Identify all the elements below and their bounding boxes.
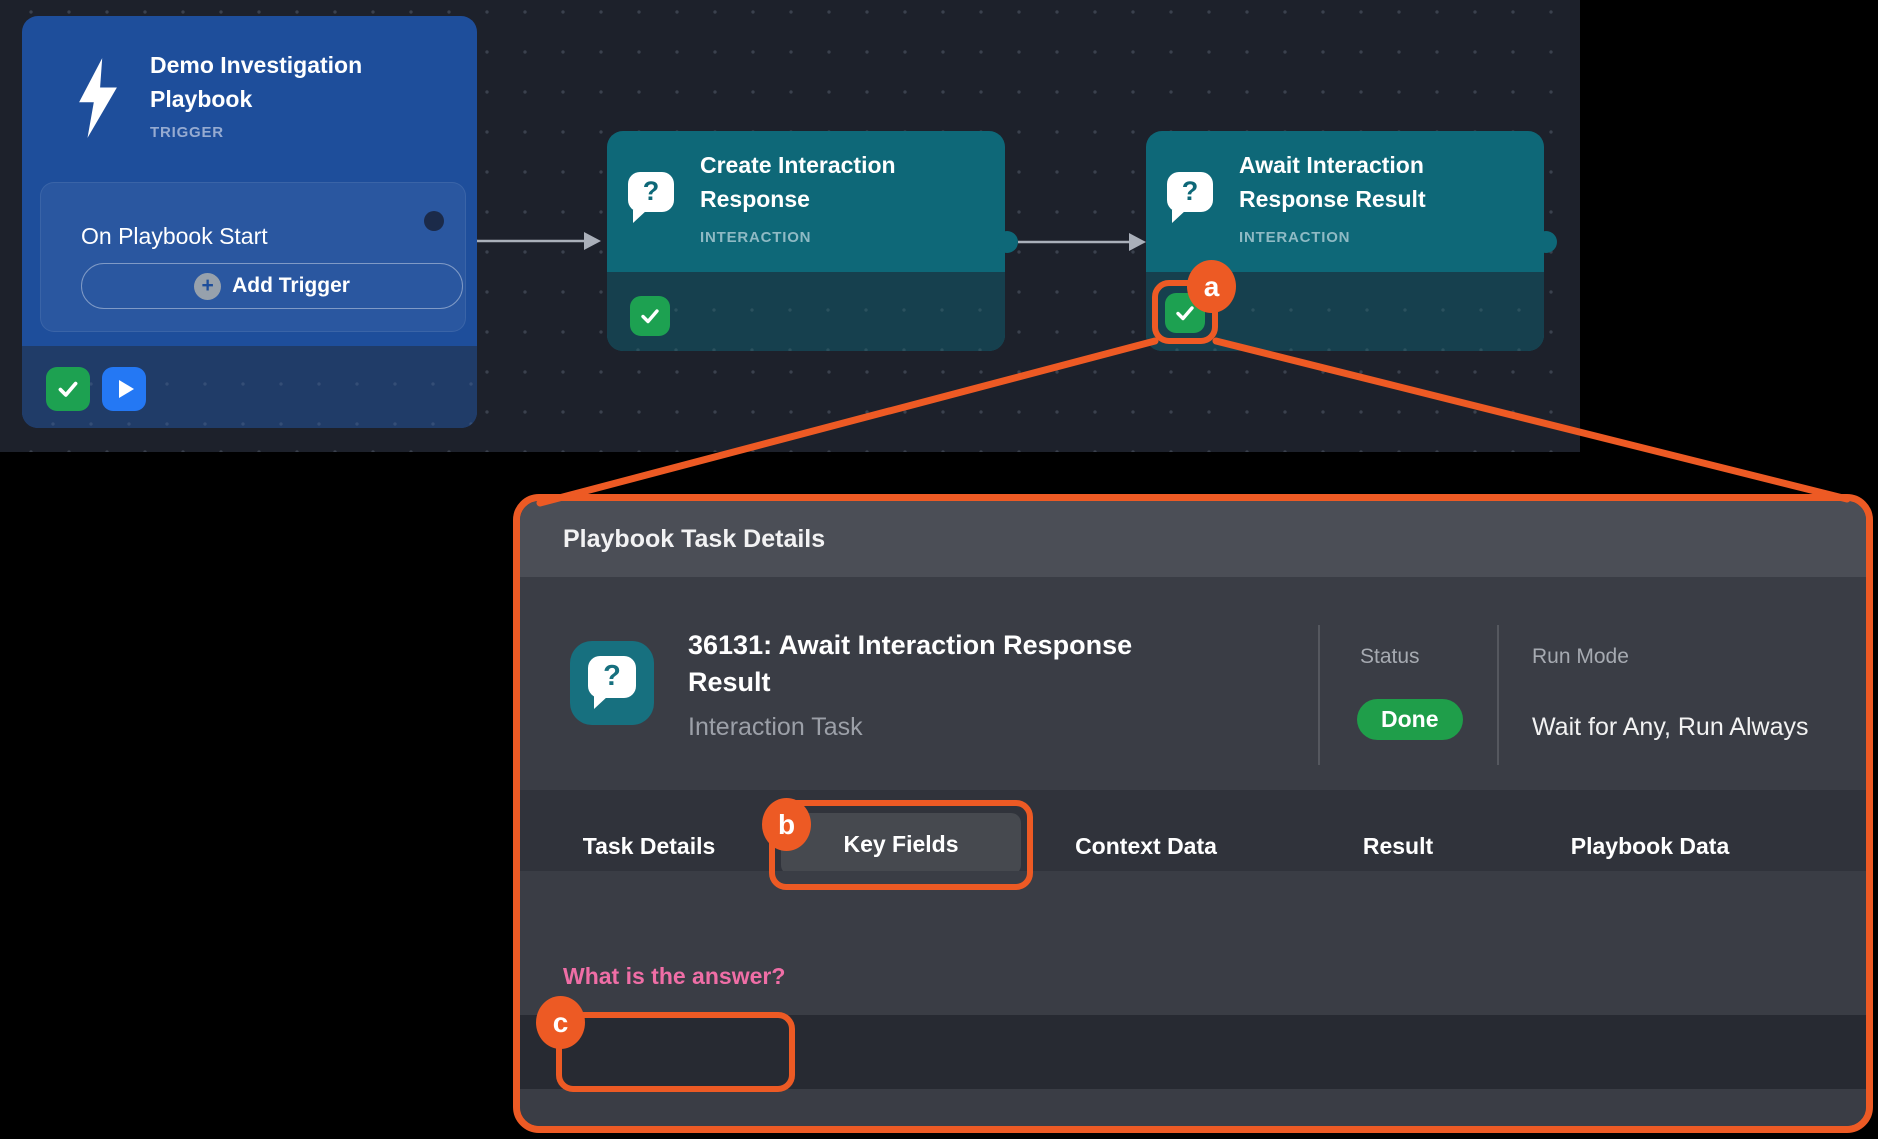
divider bbox=[1497, 625, 1499, 765]
tab-result[interactable]: Result bbox=[1363, 833, 1433, 860]
panel-header: Playbook Task Details bbox=[520, 501, 1866, 577]
node-title: Create Interaction Response bbox=[700, 148, 945, 216]
node-trigger[interactable]: Demo Investigation Playbook TRIGGER On P… bbox=[22, 16, 477, 428]
node-create-interaction-response[interactable]: ? Create Interaction Response INTERACTIO… bbox=[607, 131, 1005, 351]
task-title: 36131: Await Interaction Response Result bbox=[688, 627, 1188, 701]
add-trigger-label: Add Trigger bbox=[232, 274, 350, 298]
connector-port-out[interactable] bbox=[424, 211, 444, 231]
tab-key-fields[interactable]: Key Fields bbox=[781, 813, 1021, 875]
divider bbox=[1318, 625, 1320, 765]
panel-title: Playbook Task Details bbox=[563, 501, 825, 577]
check-icon bbox=[638, 304, 662, 328]
success-status-button[interactable] bbox=[630, 296, 670, 336]
lightning-icon bbox=[74, 56, 122, 140]
run-mode-label: Run Mode bbox=[1532, 645, 1629, 669]
node-type-label: INTERACTION bbox=[1239, 229, 1350, 246]
panel-tab-bar: Task Details Key Fields Context Data Res… bbox=[520, 790, 1866, 871]
check-icon bbox=[55, 376, 81, 402]
node-type-label: TRIGGER bbox=[150, 124, 224, 141]
interaction-task-icon: ? bbox=[570, 641, 654, 725]
play-button[interactable] bbox=[102, 367, 146, 411]
node-footer bbox=[22, 346, 477, 428]
interaction-bubble-icon: ? bbox=[1167, 172, 1213, 212]
play-icon bbox=[119, 380, 134, 398]
plus-icon: + bbox=[194, 273, 221, 300]
interaction-bubble-icon: ? bbox=[628, 172, 674, 212]
node-await-interaction-response-result[interactable]: ? Await Interaction Response Result INTE… bbox=[1146, 131, 1544, 351]
key-field-question: What is the answer? bbox=[563, 963, 785, 990]
playbook-canvas[interactable]: Demo Investigation Playbook TRIGGER On P… bbox=[0, 0, 1580, 452]
key-fields-content: What is the answer? Demo response bbox=[520, 871, 1866, 1133]
node-footer bbox=[607, 272, 1005, 351]
add-trigger-button[interactable]: + Add Trigger bbox=[81, 263, 463, 309]
node-title: Await Interaction Response Result bbox=[1239, 148, 1484, 216]
check-icon bbox=[1173, 301, 1197, 325]
success-status-button[interactable] bbox=[1165, 293, 1205, 333]
task-summary-section: ? 36131: Await Interaction Response Resu… bbox=[520, 577, 1866, 790]
tab-playbook-data[interactable]: Playbook Data bbox=[1571, 833, 1730, 860]
screenshot-root: Demo Investigation Playbook TRIGGER On P… bbox=[0, 0, 1878, 1139]
task-subtitle: Interaction Task bbox=[688, 713, 863, 742]
status-badge: Done bbox=[1357, 699, 1463, 740]
node-type-label: INTERACTION bbox=[700, 229, 811, 246]
node-footer bbox=[1146, 272, 1544, 351]
node-title: Demo Investigation Playbook bbox=[150, 48, 400, 116]
tab-task-details[interactable]: Task Details bbox=[583, 833, 716, 860]
playbook-task-details-panel: Playbook Task Details ? 36131: Await Int… bbox=[513, 494, 1873, 1133]
status-label: Status bbox=[1360, 645, 1420, 669]
connector-port-out[interactable] bbox=[1535, 231, 1557, 253]
connector-port-out[interactable] bbox=[996, 231, 1018, 253]
run-mode-value: Wait for Any, Run Always bbox=[1532, 713, 1809, 742]
success-status-button[interactable] bbox=[46, 367, 90, 411]
trigger-event-label: On Playbook Start bbox=[81, 223, 268, 250]
key-field-answer-row: Demo response bbox=[520, 1015, 1866, 1089]
tab-context-data[interactable]: Context Data bbox=[1075, 833, 1217, 860]
trigger-event-box[interactable]: On Playbook Start + Add Trigger bbox=[40, 182, 466, 332]
